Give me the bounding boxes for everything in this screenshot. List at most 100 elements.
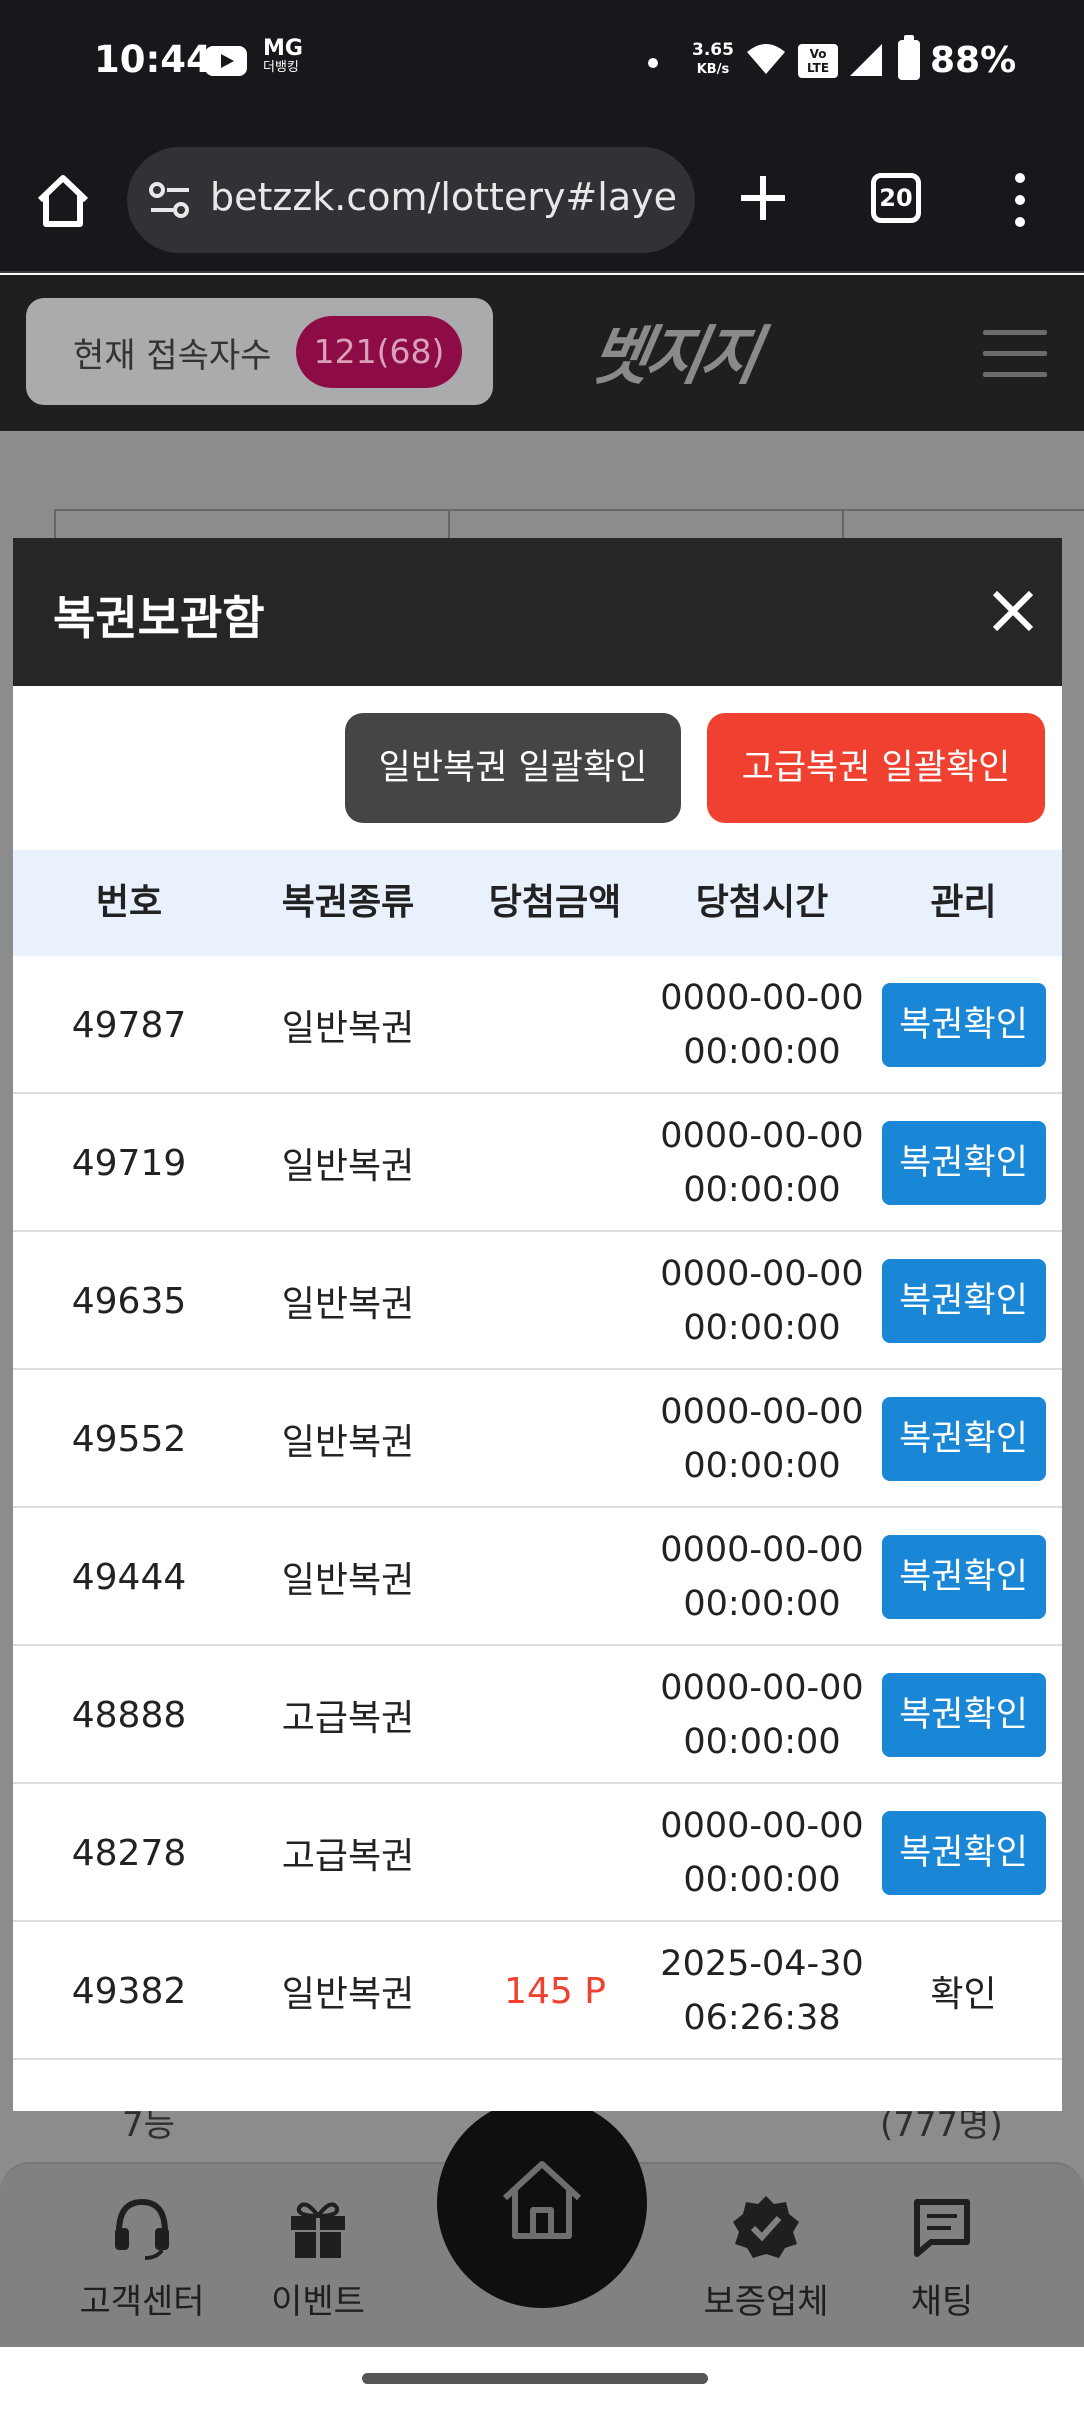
table-row: 49719 일반복권 0000-00-00 00:00:00 복권확인 [13,1094,1062,1232]
table-row: 49787 일반복권 0000-00-00 00:00:00 복권확인 [13,956,1062,1094]
cell-time-text: 00:00:00 [683,1308,841,1348]
network-speed: 3.65 KB/s [692,40,734,80]
cell-time-text: 00:00:00 [683,1446,841,1486]
lottery-storage-modal: 복권보관함 일반복권 일괄확인 고급복권 일괄확인 번호 복권종류 당첨금액 당… [13,538,1062,2111]
cell-time: 0000-00-00 00:00:00 [659,1232,865,1370]
cell-amount [451,1646,659,1784]
cell-number [13,2060,245,2111]
wifi-icon [747,44,785,74]
cell-type [245,2060,451,2111]
cell-time: 0000-00-00 00:00:00 [659,1508,865,1646]
column-header-time: 당첨시간 [695,882,829,923]
cell-number: 49635 [71,1280,187,1322]
url-text[interactable]: betzzk.com/lottery#laye [210,175,690,219]
cell-number: 48278 [71,1832,187,1874]
cell-date-text: 0000-00-00 [660,1530,864,1570]
check-lottery-button[interactable]: 복권확인 [881,1397,1046,1481]
cell-time: 0000-00-00 00:00:00 [659,1784,865,1922]
online-users-label: 현재 접속자수 [73,336,272,376]
cell-number: 49444 [71,1556,187,1598]
screen: 10:44 MG 더뱅킹 3.65 KB/s Vo LTE 88% betzzk… [0,0,1084,2412]
cell-number: 49382 [71,1970,187,2012]
hamburger-menu-icon[interactable] [983,330,1047,378]
confirm-all-general-button[interactable]: 일반복권 일괄확인 [345,713,681,823]
site-settings-icon[interactable] [147,177,193,223]
cell-manage: 복권확인 [865,956,1062,1094]
cell-manage: 복권확인 [865,1784,1062,1922]
cell-time: 2025-04-30 06:26:38 [659,1922,865,2060]
check-lottery-button[interactable]: 복권확인 [881,983,1046,1067]
cell-manage: 복권확인 [865,1370,1062,1508]
cell-date-text: 0000-00-00 [660,1806,864,1846]
cell-amount [451,2060,659,2111]
cell-type: 일반복권 [281,1008,415,1049]
table-row: 49552 일반복권 0000-00-00 00:00:00 복권확인 [13,1370,1062,1508]
check-lottery-button[interactable]: 복권확인 [881,1259,1046,1343]
cell-date-text: 2025-04-29 [660,2102,863,2111]
confirm-all-premium-button[interactable]: 고급복권 일괄확인 [707,713,1045,823]
table-header: 번호 복권종류 당첨금액 당첨시간 관리 [13,850,1062,956]
carrier-label: MG 더뱅킹 [263,38,303,76]
cell-time-text: 00:00:00 [683,1032,841,1072]
address-bar[interactable]: betzzk.com/lottery#laye [127,147,695,253]
table-row: 48278 고급복권 0000-00-00 00:00:00 복권확인 [13,1784,1062,1922]
cell-time-text: 00:00:00 [683,1584,841,1624]
cell-manage: 복권확인 [865,1232,1062,1370]
table-row: 49382 일반복권 145 P 2025-04-30 06:26:38 확인 [13,1922,1062,2060]
cell-manage: 복권확인 [865,1646,1062,1784]
online-users-box: 현재 접속자수 121(68) [26,298,493,405]
cell-date-text: 0000-00-00 [660,978,864,1018]
cell-type: 고급복권 [281,1698,415,1739]
check-lottery-button[interactable]: 복권확인 [881,1811,1046,1895]
check-lottery-button[interactable]: 복권확인 [881,1121,1046,1205]
cell-type: 일반복권 [281,1560,415,1601]
new-tab-icon[interactable] [735,170,791,226]
close-icon[interactable] [985,583,1041,639]
cell-time-text: 00:00:00 [683,1860,841,1900]
cell-number: 49719 [71,1142,187,1184]
cell-amount [451,1370,659,1508]
check-lottery-button[interactable]: 복권확인 [881,1673,1046,1757]
table-row: 2025-04-29 [13,2060,1062,2111]
column-header-type: 복권종류 [281,882,415,923]
site-logo[interactable]: 벳지지 [584,305,765,397]
more-menu-icon[interactable] [1010,170,1030,230]
carrier-name: MG [263,36,303,61]
confirmed-label: 확인 [930,1974,997,2015]
network-speed-unit: KB/s [696,62,730,77]
status-time: 10:44 [94,38,212,81]
volte-icon: Vo LTE [798,44,838,78]
cell-manage: 복권확인 [865,1508,1062,1646]
online-users-badge: 121(68) [296,316,462,388]
gesture-area [0,2347,1084,2412]
cell-time-text: 06:26:38 [683,1998,841,2038]
cell-amount [451,1784,659,1922]
browser-home-icon[interactable] [32,170,94,232]
table-body: 49787 일반복권 0000-00-00 00:00:00 복권확인 49719 일반복권… [13,956,1062,2111]
cell-number: 48888 [71,1694,187,1736]
cell-date-text: 2025-04-30 [660,1944,864,1984]
column-header-number: 번호 [95,882,163,923]
cell-type: 일반복권 [281,1974,415,2015]
status-bar: 10:44 MG 더뱅킹 3.65 KB/s Vo LTE 88% [0,0,1084,125]
cell-time: 0000-00-00 00:00:00 [659,1646,865,1784]
cell-type: 일반복권 [281,1422,415,1463]
table-row: 49635 일반복권 0000-00-00 00:00:00 복권확인 [13,1232,1062,1370]
modal-header: 복권보관함 [13,538,1062,686]
column-header-manage: 관리 [930,882,997,923]
carrier-sub: 더뱅킹 [263,60,299,75]
cell-manage: 복권확인 [865,1094,1062,1232]
gesture-handle[interactable] [362,2373,708,2384]
cell-type: 일반복권 [281,1284,415,1325]
cell-time: 0000-00-00 00:00:00 [659,1370,865,1508]
cell-number: 49552 [71,1418,187,1460]
cell-amount [451,956,659,1094]
youtube-icon [205,46,247,76]
network-speed-value: 3.65 [692,40,734,60]
tab-switcher-button[interactable]: 20 [871,173,921,223]
check-lottery-button[interactable]: 복권확인 [881,1535,1046,1619]
browser-toolbar: betzzk.com/lottery#laye 20 [0,125,1084,273]
cell-time: 0000-00-00 00:00:00 [659,1094,865,1232]
table-row: 48888 고급복권 0000-00-00 00:00:00 복권확인 [13,1646,1062,1784]
cell-type: 일반복권 [281,1146,415,1187]
